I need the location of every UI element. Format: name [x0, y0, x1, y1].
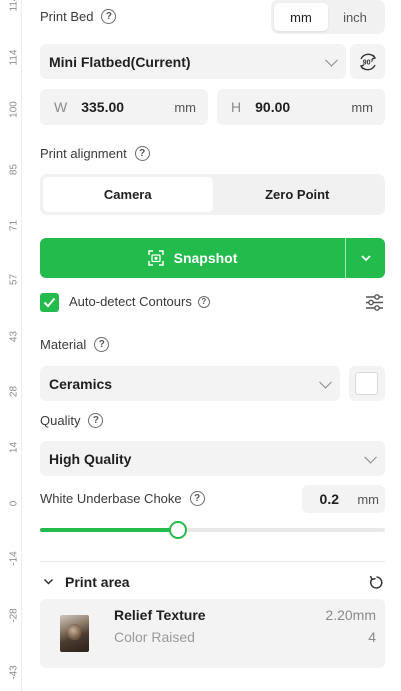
settings-sliders-icon[interactable]: [365, 294, 384, 311]
help-icon[interactable]: ?: [189, 491, 205, 506]
print-bed-label: Print Bed ?: [40, 9, 117, 24]
svg-text:90°: 90°: [362, 58, 373, 66]
ruler-tick: 100: [8, 101, 20, 118]
width-field[interactable]: W 335.00 mm: [40, 89, 208, 125]
quality-select[interactable]: High Quality: [40, 441, 385, 476]
refresh-icon[interactable]: [369, 575, 384, 590]
print-area-label: Print area: [65, 574, 130, 590]
rotate-90-button[interactable]: 90°: [350, 44, 385, 79]
underbase-slider[interactable]: [40, 521, 385, 539]
item-count: 4: [368, 629, 376, 645]
material-select[interactable]: Ceramics: [40, 366, 340, 401]
snapshot-icon: [147, 250, 164, 266]
print-area-item[interactable]: Relief Texture Color Raised 2.20mm 4: [40, 599, 385, 668]
height-unit: mm: [351, 99, 373, 115]
height-value: 90.00: [255, 99, 291, 115]
unit-toggle: mm inch: [271, 0, 385, 34]
underbase-value: 0.2: [319, 491, 339, 507]
material-color-button[interactable]: [349, 366, 385, 401]
alignment-toggle: Camera Zero Point: [40, 174, 385, 215]
chevron-down-icon: [360, 255, 371, 262]
height-prefix: H: [231, 99, 242, 115]
snapshot-button[interactable]: Snapshot: [40, 238, 345, 278]
underbase-slider-fill: [40, 528, 178, 532]
ruler-tick: 85: [8, 163, 20, 176]
section-divider: [40, 561, 385, 562]
help-icon[interactable]: ?: [134, 146, 150, 161]
underbase-label: White Underbase Choke ?: [40, 491, 205, 506]
bed-type-select[interactable]: Mini Flatbed(Current): [40, 44, 346, 79]
item-size: 2.20mm: [325, 607, 376, 623]
chevron-down-icon: [319, 375, 332, 389]
ruler-tick: 0: [8, 500, 20, 507]
chevron-down-icon: [364, 450, 377, 464]
snapshot-split-button: Snapshot: [40, 238, 385, 278]
alignment-camera-button[interactable]: Camera: [43, 177, 213, 212]
quality-value: High Quality: [49, 450, 132, 467]
chevron-down-icon: [325, 53, 338, 67]
help-icon[interactable]: ?: [94, 337, 110, 352]
checkmark-icon: [43, 297, 56, 308]
ruler-tick: 28: [8, 385, 20, 398]
ruler-tick: 57: [8, 273, 20, 286]
item-thumbnail: [60, 615, 89, 652]
chevron-down-icon: [43, 578, 54, 585]
auto-detect-label: Auto-detect Contours ?: [69, 294, 210, 309]
auto-detect-checkbox[interactable]: [40, 293, 59, 312]
width-prefix: W: [54, 99, 68, 115]
underbase-value-field[interactable]: 0.2 mm: [302, 485, 385, 513]
print-alignment-label: Print alignment ?: [40, 146, 150, 161]
ruler-tick: 114: [8, 49, 20, 66]
underbase-slider-thumb[interactable]: [169, 521, 187, 539]
item-subtitle: Color Raised: [114, 629, 195, 645]
ruler-tick: -28: [8, 608, 20, 623]
width-unit: mm: [174, 99, 196, 115]
ruler-tick: 43: [8, 330, 20, 343]
material-value: Ceramics: [49, 375, 113, 392]
height-field[interactable]: H 90.00 mm: [217, 89, 385, 125]
quality-label: Quality ?: [40, 413, 104, 428]
material-label: Material ?: [40, 337, 110, 352]
material-color-swatch: [355, 372, 378, 395]
ruler-tick: 71: [8, 219, 20, 232]
underbase-unit: mm: [357, 491, 379, 507]
ruler-tick: 14: [8, 441, 20, 454]
unit-inch-button[interactable]: inch: [328, 3, 382, 31]
rotate-90-icon: 90°: [359, 53, 376, 70]
width-value: 335.00: [81, 99, 125, 115]
item-title: Relief Texture: [114, 607, 206, 623]
help-icon[interactable]: ?: [101, 9, 117, 24]
print-area-header[interactable]: Print area: [40, 573, 385, 593]
snapshot-dropdown-button[interactable]: [346, 238, 385, 278]
alignment-zero-point-button[interactable]: Zero Point: [213, 177, 383, 212]
unit-mm-button[interactable]: mm: [274, 3, 328, 31]
print-bed-header: Print Bed ? mm inch: [40, 0, 385, 34]
snapshot-label: Snapshot: [173, 250, 238, 266]
ruler-tick: 114: [8, 0, 20, 12]
help-icon[interactable]: ?: [197, 295, 210, 308]
ruler-tick: -43: [8, 665, 20, 680]
help-icon[interactable]: ?: [88, 413, 104, 428]
bed-type-value: Mini Flatbed(Current): [49, 53, 191, 70]
vertical-ruler: 114 114 100 85 71 57 43 28 14 0 -14 -28 …: [0, 0, 22, 691]
ruler-tick: -14: [8, 551, 20, 566]
